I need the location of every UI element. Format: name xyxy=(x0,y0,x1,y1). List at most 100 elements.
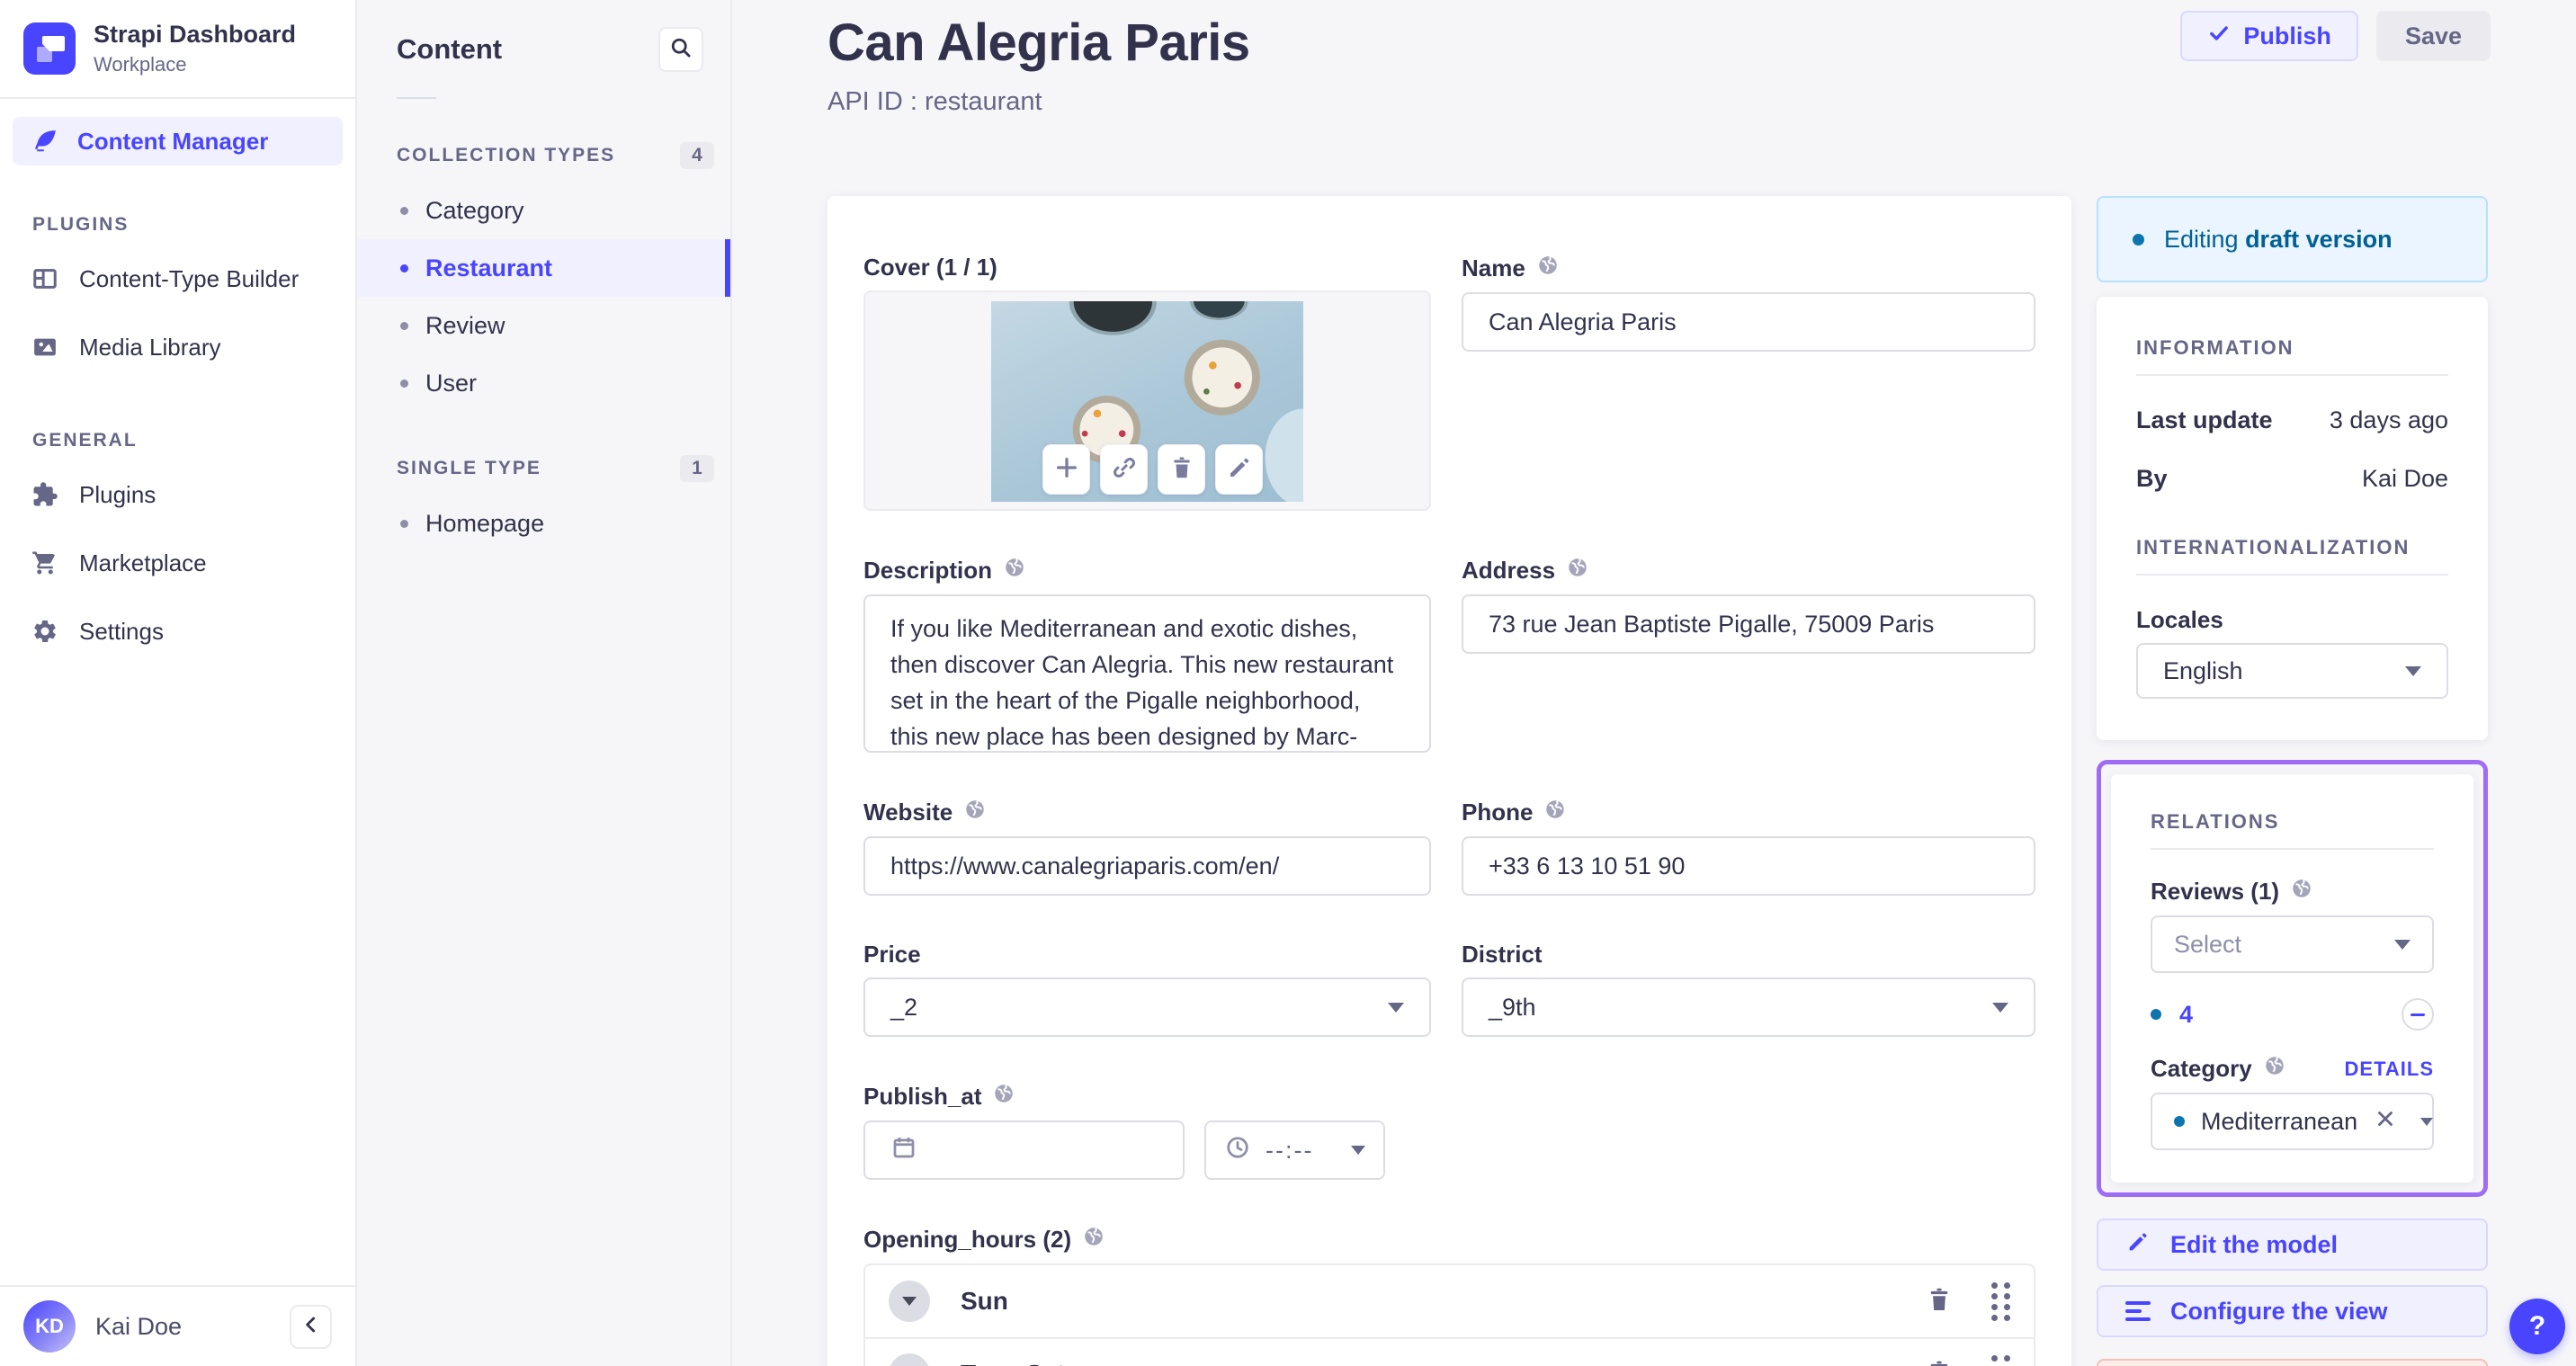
details-link[interactable]: DETAILS xyxy=(2345,1058,2434,1081)
publish-button[interactable]: Publish xyxy=(2180,11,2358,61)
globe-icon xyxy=(1003,556,1026,585)
api-id: API ID : restaurant xyxy=(827,87,1042,116)
opening-hours-label: Opening_hours (2) xyxy=(863,1225,2035,1254)
strapi-logo xyxy=(23,22,76,75)
relation-item: 4 xyxy=(2151,998,2434,1031)
draft-dot-icon xyxy=(2174,1116,2185,1127)
category-header: Category DETAILS xyxy=(2151,1054,2434,1084)
chevron-down-icon xyxy=(1351,1146,1365,1155)
add-asset-button[interactable] xyxy=(1042,444,1090,495)
right-panel: Editing draft version INFORMATION Last u… xyxy=(2097,196,2488,1366)
subnav-item-homepage[interactable]: Homepage xyxy=(357,495,730,552)
sidebar-item-marketplace[interactable]: Marketplace xyxy=(13,529,343,597)
trash-icon[interactable] xyxy=(1925,1358,1954,1366)
subnav-item-restaurant[interactable]: Restaurant xyxy=(357,239,730,297)
question-mark-label: ? xyxy=(2528,1311,2546,1341)
accordion-toggle-button[interactable] xyxy=(889,1353,930,1366)
description-label: Description xyxy=(863,556,1431,585)
cover-field: Cover (1 / 1) xyxy=(863,254,1431,511)
gear-icon xyxy=(31,617,59,646)
minus-icon xyxy=(2411,1013,2425,1016)
save-button[interactable]: Save xyxy=(2375,11,2491,61)
delete-asset-button[interactable] xyxy=(1158,444,1205,495)
date-input[interactable] xyxy=(863,1120,1185,1180)
divider xyxy=(397,97,436,99)
subnav-item-review[interactable]: Review xyxy=(357,297,730,354)
address-label: Address xyxy=(1462,556,2035,585)
edit-model-button[interactable]: Edit the model xyxy=(2097,1219,2488,1271)
sidebar-item-media-library[interactable]: Media Library xyxy=(13,313,343,381)
chevron-down-icon xyxy=(2420,1117,2434,1126)
sidebar-item-label: Plugins xyxy=(79,480,157,508)
main-sidebar: Strapi Dashboard Workplace Content Manag… xyxy=(0,0,357,1366)
price-select[interactable]: _2 xyxy=(863,978,1431,1037)
chevron-down-icon xyxy=(1388,1002,1404,1013)
publish-at-label: Publish_at xyxy=(863,1082,1431,1112)
delete-entry-button[interactable] xyxy=(2097,1359,2488,1366)
description-field: Description If you like Mediterranean an… xyxy=(863,556,1431,753)
close-icon[interactable] xyxy=(2374,1107,2397,1137)
edit-asset-button[interactable] xyxy=(1215,444,1263,495)
workspace-subtitle: Workplace xyxy=(94,53,187,76)
opening-hours-group: Sun Tue - Sat xyxy=(863,1263,2035,1366)
locale-select[interactable]: English xyxy=(2136,643,2448,699)
pencil-icon xyxy=(1226,454,1253,486)
draft-dot-icon xyxy=(2151,1009,2161,1020)
remove-relation-button[interactable] xyxy=(2402,998,2434,1031)
subnav-item-category[interactable]: Category xyxy=(357,182,730,239)
drag-handle-icon[interactable] xyxy=(1991,1281,2010,1321)
help-button[interactable]: ? xyxy=(2509,1299,2565,1354)
address-input[interactable]: 73 rue Jean Baptiste Pigalle, 75009 Pari… xyxy=(1462,594,2035,654)
plus-icon xyxy=(1053,454,1080,486)
save-label: Save xyxy=(2404,22,2462,49)
website-input[interactable]: https://www.canalegriaparis.com/en/ xyxy=(863,836,1431,896)
configure-view-button[interactable]: Configure the view xyxy=(2097,1285,2488,1337)
divider xyxy=(2136,374,2448,376)
relation-link[interactable]: 4 xyxy=(2179,1001,2193,1029)
workspace-header[interactable]: Strapi Dashboard Workplace xyxy=(0,0,355,99)
trash-icon xyxy=(1168,454,1195,486)
edit-form-card: Cover (1 / 1) Name Can Alegria Paris Des… xyxy=(827,196,2071,1366)
globe-icon xyxy=(992,1082,1015,1112)
sidebar-section-plugins: PLUGINS xyxy=(32,214,130,235)
sidebar-item-label: Content-Type Builder xyxy=(79,264,300,292)
configure-view-label: Configure the view xyxy=(2170,1297,2388,1325)
district-select[interactable]: _9th xyxy=(1462,978,2035,1037)
layout-grid-icon xyxy=(31,264,59,293)
sidebar-item-content-manager[interactable]: Content Manager xyxy=(13,117,343,165)
accordion-toggle-button[interactable] xyxy=(889,1281,930,1322)
relations-card: RELATIONS Reviews (1) Select 4 Category … xyxy=(2111,774,2473,1183)
trash-icon[interactable] xyxy=(1925,1285,1954,1318)
time-select[interactable]: --:-- xyxy=(1204,1120,1385,1180)
divider xyxy=(2136,574,2448,576)
puzzle-icon xyxy=(31,480,59,509)
category-select[interactable]: Mediterranean xyxy=(2151,1093,2434,1150)
name-input[interactable]: Can Alegria Paris xyxy=(1462,292,2035,352)
sidebar-item-settings[interactable]: Settings xyxy=(13,597,343,665)
single-type-label: SINGLE TYPE xyxy=(397,458,541,478)
cover-dropzone[interactable] xyxy=(863,290,1431,511)
collapse-sidebar-button[interactable] xyxy=(290,1304,332,1349)
user-name: Kai Doe xyxy=(95,1312,183,1340)
avatar: KD xyxy=(23,1300,76,1353)
subnav-item-user[interactable]: User xyxy=(357,354,730,412)
opening-hours-row-sun: Sun xyxy=(865,1265,2034,1337)
relations-highlight-box: RELATIONS Reviews (1) Select 4 Category … xyxy=(2097,760,2488,1197)
globe-icon xyxy=(2290,877,2313,906)
chevron-left-icon xyxy=(300,1313,323,1341)
cover-image xyxy=(991,301,1303,502)
list-settings-icon xyxy=(2125,1301,2151,1321)
sidebar-item-plugins[interactable]: Plugins xyxy=(13,460,343,529)
search-button[interactable] xyxy=(658,27,703,72)
workspace-title: Strapi Dashboard xyxy=(94,21,297,48)
phone-input[interactable]: +33 6 13 10 51 90 xyxy=(1462,836,2035,896)
sidebar-item-label: Content Manager xyxy=(77,127,269,155)
description-textarea[interactable]: If you like Mediterranean and exotic dis… xyxy=(863,594,1431,753)
content-subnav: Content COLLECTION TYPES 4 Category Rest… xyxy=(357,0,732,1366)
drag-handle-icon[interactable] xyxy=(1991,1354,2010,1366)
copy-link-button[interactable] xyxy=(1100,444,1148,495)
sidebar-item-content-type-builder[interactable]: Content-Type Builder xyxy=(13,245,343,313)
subnav-title: Content xyxy=(397,33,503,65)
draft-status-text: Editing draft version xyxy=(2164,225,2393,253)
reviews-select[interactable]: Select xyxy=(2151,915,2434,973)
